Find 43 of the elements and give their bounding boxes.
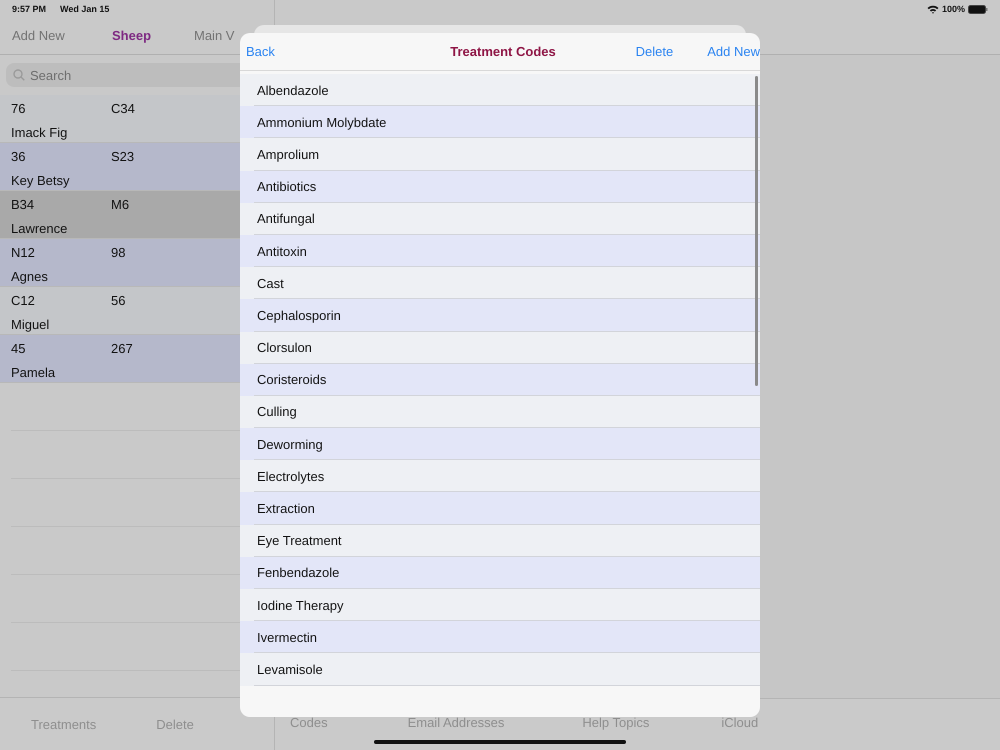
treatment-code-item[interactable]: Iodine Therapy [240,589,760,622]
sheep-tag: C12 [11,293,111,317]
search-icon [13,69,25,81]
sheep-tag: N12 [11,245,111,269]
status-time: 9:57 PM [12,4,46,14]
modal-title: Treatment Codes [450,44,556,59]
sheep-name: Pamela [11,365,56,382]
delete-button[interactable]: Delete [636,44,674,59]
sheep-name: Imack Fig [11,125,68,142]
sheep-name: Key Betsy [11,173,71,190]
treatment-code-item[interactable]: Antitoxin [240,234,760,268]
treatment-code-item[interactable]: Ammonium Molybdate [240,106,760,138]
treatment-code-item[interactable]: Electrolytes [240,460,760,492]
search-placeholder: Search [30,68,72,82]
treatment-code-item[interactable]: Antifungal [240,202,760,235]
tab[interactable]: Sheep [112,28,194,43]
sheep-tag: 45 [11,341,111,365]
battery-icon [968,4,988,14]
sheep-tag: B34 [11,197,111,221]
sheep-name: Miguel [11,317,50,334]
treatment-code-item[interactable]: Cast [240,267,760,300]
treatment-code-item[interactable]: Deworming [240,428,760,460]
treatment-code-item[interactable]: Albendazole [240,74,760,106]
treatment-code-item[interactable]: Fenbendazole [240,556,760,589]
treatment-code-item[interactable]: Cephalosporin [240,299,760,332]
status-date: Wed Jan 15 [60,4,110,14]
sheep-name: Agnes [11,269,49,286]
treatment-code-item[interactable]: Clorsulon [240,332,760,364]
treatment-code-item[interactable]: Antibiotics [240,170,760,203]
treatment-code-item[interactable]: Ivermectin [240,621,760,654]
sheep-name: Lawrence [11,221,68,238]
sheep-tag: 76 [11,101,111,125]
treatment-code-item[interactable]: Culling [240,396,760,428]
treatment-code-item[interactable]: Extraction [240,492,760,525]
wifi-icon [926,4,939,14]
treatment-code-item[interactable]: Coristeroids [240,364,760,396]
treatment-code-item[interactable]: Eye Treatment [240,524,760,557]
treatment-code-item[interactable]: Amprolium [240,138,760,171]
treatment-code-item[interactable]: Levamisole [240,653,760,686]
sheep-tag: 36 [11,149,111,173]
add-new-button[interactable]: Add New [707,44,760,59]
back-button[interactable]: Back [246,44,275,59]
battery-level: 100% [942,4,965,14]
